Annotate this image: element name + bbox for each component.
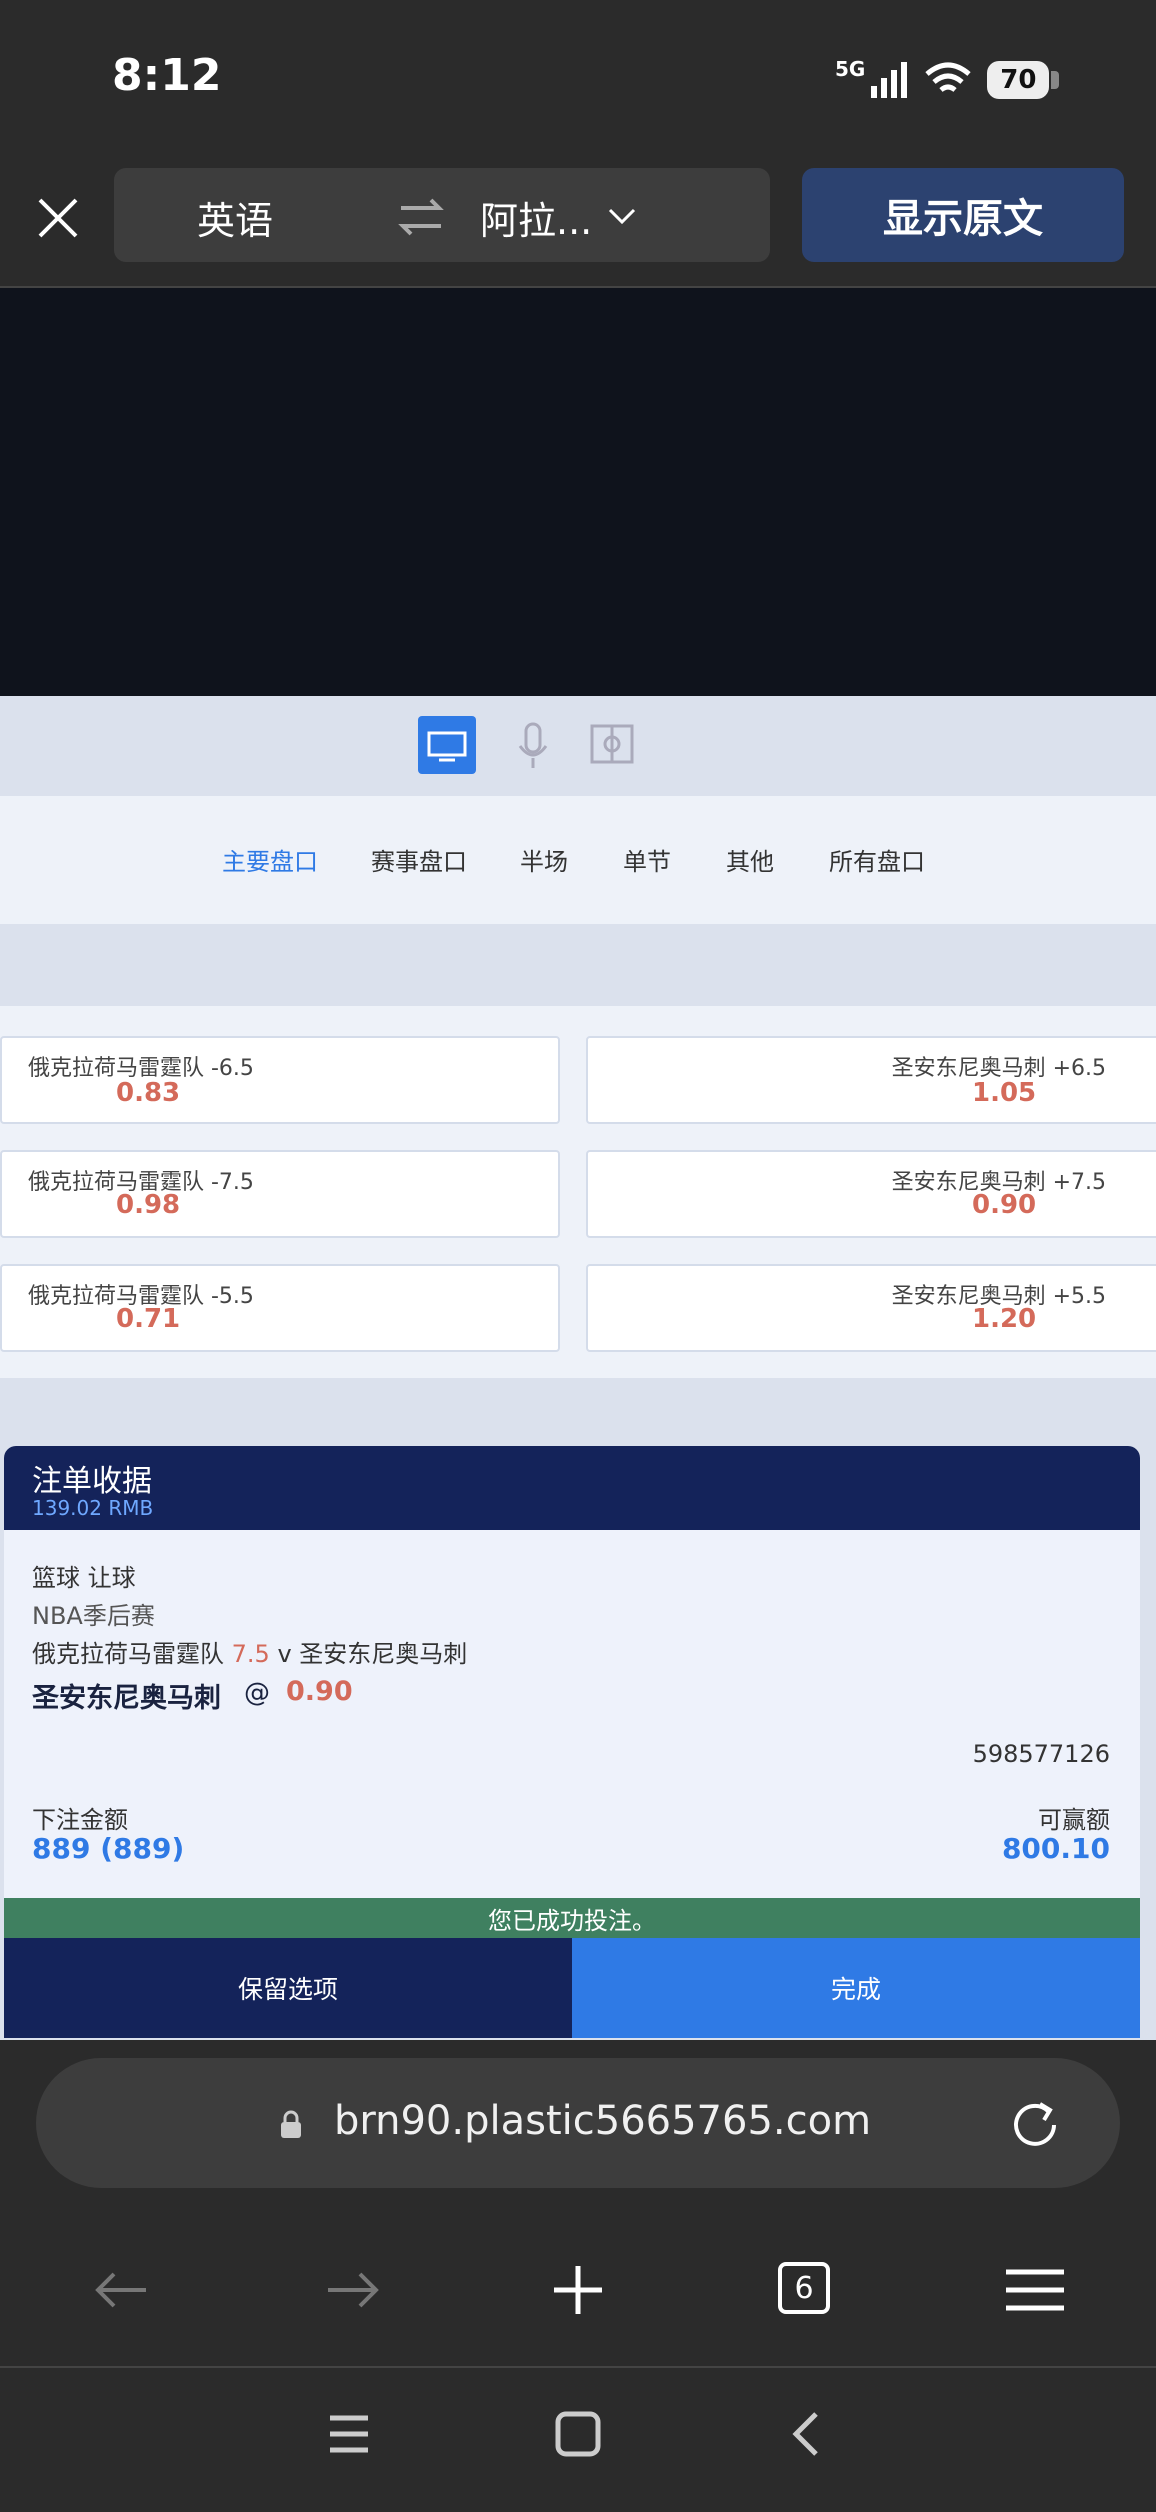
battery-icon: 70 (987, 61, 1050, 99)
tab-half[interactable]: 半场 (520, 842, 568, 877)
odds-home-value: 0.83 (116, 1078, 181, 1108)
odds-home-value: 0.98 (116, 1190, 181, 1220)
lock-icon (281, 2110, 301, 2138)
system-back-icon[interactable] (788, 2410, 824, 2458)
chevron-down-icon[interactable] (606, 204, 638, 228)
match-home-team: 俄克拉荷马雷霆队 (32, 1640, 224, 1668)
league-name: NBA季后赛 (32, 1602, 155, 1630)
tab-switcher-button[interactable]: 6 (778, 2262, 830, 2314)
keep-selections-button[interactable]: 保留选项 (4, 1938, 572, 2038)
source-language[interactable]: 英语 (150, 190, 320, 245)
close-icon[interactable] (30, 190, 86, 246)
show-original-button[interactable]: 显示原文 (802, 168, 1124, 262)
court-icon[interactable] (588, 718, 636, 770)
odds-away-label: 圣安东尼奥马刺 +5.5 (891, 1284, 1106, 1309)
video-player[interactable] (0, 288, 1156, 696)
tv-view-tab[interactable] (418, 716, 476, 774)
back-icon[interactable] (86, 2260, 156, 2320)
bet-receipt-header (4, 1446, 1140, 1530)
tv-icon (427, 731, 467, 762)
menu-icon[interactable] (1000, 2260, 1070, 2320)
wifi-icon (925, 62, 971, 92)
home-icon[interactable] (554, 2410, 602, 2458)
payout-value: 800.10 (1001, 1832, 1110, 1865)
bet-receipt-title: 注单收据 (32, 1464, 152, 1499)
battery-cap (1051, 71, 1060, 89)
tab-quarter[interactable]: 单节 (623, 842, 671, 877)
selected-odd: 0.90 (286, 1676, 353, 1707)
view-mode-bar (0, 696, 1156, 796)
market-tabs (0, 796, 1156, 924)
stake-label: 下注金额 (32, 1806, 128, 1834)
odds-away-label: 圣安东尼奥马刺 +7.5 (891, 1170, 1106, 1195)
match-handicap: 7.5 (231, 1640, 270, 1668)
clock: 8:12 (112, 50, 222, 101)
ticket-id: 598577126 (972, 1740, 1110, 1768)
new-tab-icon[interactable] (543, 2260, 613, 2320)
tab-other[interactable]: 其他 (726, 842, 774, 877)
account-balance: 139.02 RMB (32, 1496, 154, 1520)
status-icons: 5G 70 (835, 55, 1060, 105)
reload-icon[interactable] (1004, 2094, 1066, 2156)
recent-apps-icon[interactable] (326, 2412, 372, 2456)
selected-pick: 圣安东尼奥马刺 (32, 1683, 221, 1714)
odds-home-value: 0.71 (116, 1304, 181, 1334)
sport-market: 篮球 让球 (32, 1564, 136, 1592)
microphone-icon[interactable] (512, 718, 554, 774)
stake-value: 889 (889) (32, 1832, 185, 1865)
tab-event-market[interactable]: 赛事盘口 (371, 842, 467, 877)
payout-label: 可赢额 (1038, 1806, 1110, 1834)
match-info: 俄克拉荷马雷霆队 7.5 v 圣安东尼奥马刺 (32, 1634, 467, 1669)
match-away-team: v 圣安东尼奥马刺 (277, 1640, 468, 1668)
odds-away-label: 圣安东尼奥马刺 +6.5 (891, 1056, 1106, 1081)
tab-main-market[interactable]: 主要盘口 (222, 842, 318, 877)
success-message: 您已成功投注。 (4, 1898, 1140, 1938)
at-symbol: @ (244, 1678, 270, 1708)
odds-away-value: 0.90 (972, 1190, 1037, 1220)
odds-away-value: 1.20 (972, 1304, 1037, 1334)
done-button[interactable]: 完成 (572, 1938, 1140, 2038)
section-divider (0, 924, 1156, 1006)
url-text[interactable]: brn90.plastic5665765.com (334, 2098, 871, 2144)
signal-icon (871, 62, 908, 98)
odds-away-value: 1.05 (972, 1078, 1037, 1108)
forward-icon[interactable] (318, 2260, 388, 2320)
swap-languages-icon[interactable] (395, 194, 447, 240)
tab-all-markets[interactable]: 所有盘口 (829, 842, 925, 877)
network-label: 5G (835, 57, 866, 81)
